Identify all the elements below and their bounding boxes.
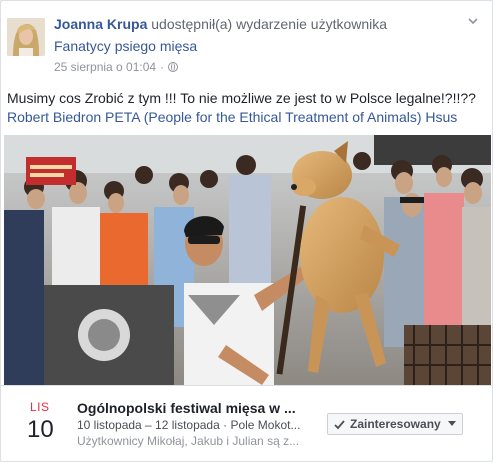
event-dates-location: 10 listopada – 12 listopada · Pole Mokot… xyxy=(77,418,301,432)
post-tags-line[interactable]: Robert Biedron PETA (People for the Ethi… xyxy=(7,108,489,127)
interested-label: Zainteresowany xyxy=(350,417,441,431)
checkmark-icon xyxy=(334,419,345,429)
meta-separator: · xyxy=(160,60,165,74)
post-text: Musimy cos Zrobić z tym !!! To nie możli… xyxy=(7,89,489,127)
interested-button[interactable]: Zainteresowany xyxy=(327,413,463,435)
post-timestamp[interactable]: 25 sierpnia o 01:04 xyxy=(54,60,156,74)
post-header: Joanna Krupa udostępnił(a) wydarzenie uż… xyxy=(54,16,387,32)
event-attachment[interactable]: LIS 10 Ogólnopolski festiwal mięsa w ...… xyxy=(1,385,492,461)
avatar[interactable] xyxy=(7,18,45,56)
page-name-link[interactable]: Fanatycy psiego mięsa xyxy=(54,38,197,54)
caret-down-icon xyxy=(448,421,456,426)
event-month: LIS xyxy=(30,400,50,414)
post-text-line: Musimy cos Zrobić z tym !!! To nie możli… xyxy=(7,90,476,106)
shared-post-card: Joanna Krupa udostępnił(a) wydarzenie uż… xyxy=(0,0,493,462)
author-name[interactable]: Joanna Krupa xyxy=(54,16,147,32)
post-meta: 25 sierpnia o 01:04 · xyxy=(54,60,179,74)
event-title[interactable]: Ogólnopolski festiwal mięsa w ... xyxy=(77,400,296,416)
chevron-down-icon[interactable] xyxy=(468,16,478,26)
event-friends-interested[interactable]: Użytkownicy Mikołaj, Jakub i Julian są z… xyxy=(77,434,299,448)
event-day: 10 xyxy=(27,416,54,443)
globe-icon[interactable] xyxy=(168,62,179,72)
shared-event-text: udostępnił(a) wydarzenie użytkownika xyxy=(151,16,388,32)
event-cover-photo[interactable] xyxy=(4,135,491,385)
